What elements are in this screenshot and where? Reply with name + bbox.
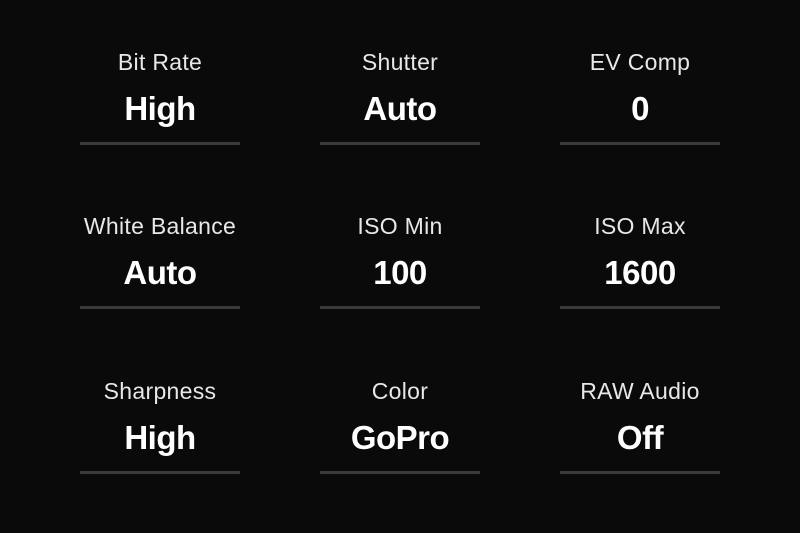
settings-grid: Bit Rate High Shutter Auto EV Comp 0 Whi… <box>0 0 800 533</box>
setting-shutter[interactable]: Shutter Auto <box>300 30 500 164</box>
setting-sharpness[interactable]: Sharpness High <box>60 359 260 493</box>
setting-iso-max[interactable]: ISO Max 1600 <box>540 194 740 328</box>
setting-label: EV Comp <box>590 49 691 76</box>
setting-value: Off <box>617 419 663 457</box>
setting-value: High <box>124 90 195 128</box>
setting-value: Auto <box>363 90 436 128</box>
setting-underline <box>320 306 480 309</box>
setting-raw-audio[interactable]: RAW Audio Off <box>540 359 740 493</box>
setting-underline <box>320 142 480 145</box>
setting-underline <box>560 306 720 309</box>
setting-label: Bit Rate <box>118 49 202 76</box>
setting-label: ISO Min <box>357 213 442 240</box>
setting-underline <box>80 471 240 474</box>
setting-bit-rate[interactable]: Bit Rate High <box>60 30 260 164</box>
setting-underline <box>560 471 720 474</box>
setting-value: 0 <box>631 90 649 128</box>
setting-label: Shutter <box>362 49 438 76</box>
setting-white-balance[interactable]: White Balance Auto <box>60 194 260 328</box>
setting-label: Sharpness <box>104 378 217 405</box>
setting-label: Color <box>372 378 428 405</box>
setting-underline <box>80 142 240 145</box>
setting-label: RAW Audio <box>580 378 699 405</box>
setting-underline <box>560 142 720 145</box>
setting-iso-min[interactable]: ISO Min 100 <box>300 194 500 328</box>
setting-value: High <box>124 419 195 457</box>
setting-value: Auto <box>123 254 196 292</box>
setting-value: 100 <box>373 254 427 292</box>
setting-value: GoPro <box>351 419 449 457</box>
setting-underline <box>320 471 480 474</box>
setting-label: White Balance <box>84 213 236 240</box>
setting-color[interactable]: Color GoPro <box>300 359 500 493</box>
setting-label: ISO Max <box>594 213 686 240</box>
setting-value: 1600 <box>604 254 675 292</box>
setting-ev-comp[interactable]: EV Comp 0 <box>540 30 740 164</box>
setting-underline <box>80 306 240 309</box>
